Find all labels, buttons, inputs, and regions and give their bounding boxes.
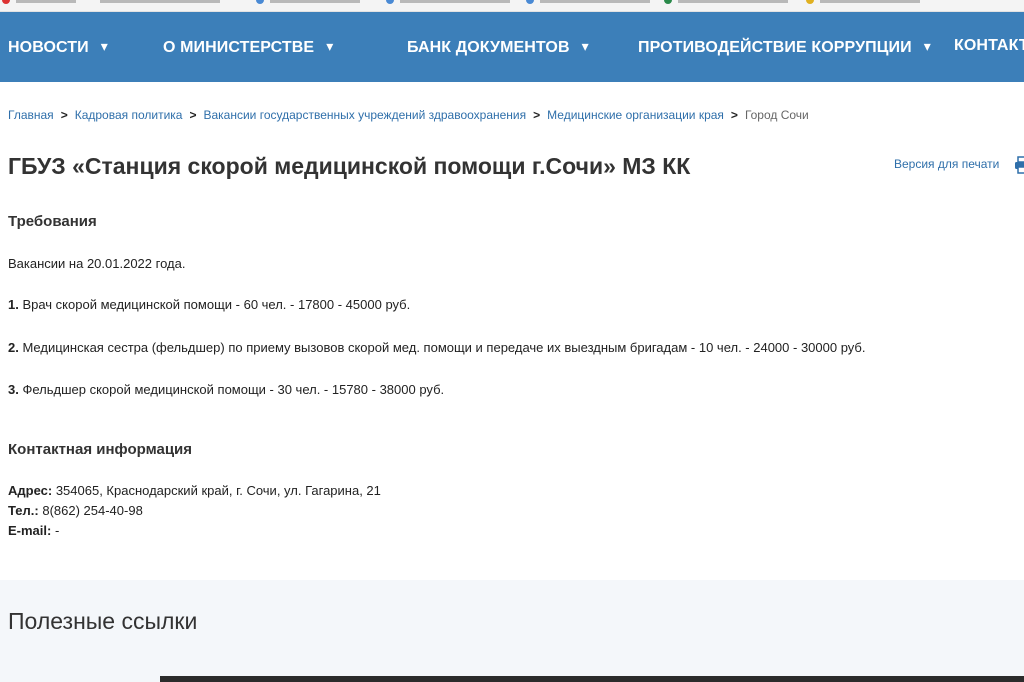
requirements-heading: Требования <box>8 213 97 230</box>
useful-links-heading: Полезные ссылки <box>8 608 198 634</box>
chevron-down-icon: ▾ <box>923 38 931 54</box>
bottom-edge-bar <box>160 676 1024 682</box>
bookmark-icon[interactable] <box>526 0 534 4</box>
nav-item-news[interactable]: НОВОСТИ ▾ <box>8 12 108 82</box>
printer-icon[interactable] <box>1014 156 1024 174</box>
contact-email: E-mail: - <box>8 523 60 538</box>
breadcrumb-separator: > <box>189 108 197 122</box>
nav-item-contacts[interactable]: КОНТАКТ <box>954 12 1024 82</box>
breadcrumb-link-home[interactable]: Главная <box>8 108 54 122</box>
contacts-heading: Контактная информация <box>8 441 193 458</box>
print-version-link[interactable]: Версия для печати <box>894 157 999 171</box>
nav-item-anticorruption[interactable]: ПРОТИВОДЕЙСТВИЕ КОРРУПЦИИ ▾ <box>638 12 931 82</box>
breadcrumb-separator: > <box>533 108 541 122</box>
vacancy-item: 3. Фельдшер скорой медицинской помощи - … <box>8 382 445 397</box>
chevron-down-icon: ▾ <box>326 38 334 54</box>
breadcrumb-separator: > <box>60 108 68 122</box>
chevron-down-icon: ▾ <box>581 38 589 54</box>
breadcrumb-link-hr-policy[interactable]: Кадровая политика <box>75 108 183 122</box>
bookmark-icon[interactable] <box>806 0 814 4</box>
chevron-down-icon: ▾ <box>100 38 108 54</box>
main-navigation: НОВОСТИ ▾ О МИНИСТЕРСТВЕ ▾ БАНК ДОКУМЕНТОВ… <box>0 12 1024 82</box>
bookmark-icon[interactable] <box>2 0 10 4</box>
contact-address: Адрес: 354065, Краснодарский край, г. Со… <box>8 483 381 498</box>
breadcrumb-link-medical-orgs[interactable]: Медицинские организации края <box>547 108 724 122</box>
nav-item-documents[interactable]: БАНК ДОКУМЕНТОВ ▾ <box>407 12 589 82</box>
breadcrumb-separator: > <box>730 108 738 122</box>
contact-phone: Тел.: 8(862) 254-40-98 <box>8 503 143 518</box>
vacancies-date: Вакансии на 20.01.2022 года. <box>8 256 186 271</box>
bookmark-icon[interactable] <box>386 0 394 4</box>
page-title: ГБУЗ «Станция скорой медицинской помощи … <box>8 153 691 179</box>
breadcrumb-current: Город Сочи <box>744 108 809 122</box>
vacancy-item: 1. Врач скорой медицинской помощи - 60 ч… <box>8 297 411 312</box>
nav-item-ministry[interactable]: О МИНИСТЕРСТВЕ ▾ <box>163 12 333 82</box>
page: НОВОСТИ ▾ О МИНИСТЕРСТВЕ ▾ БАНК ДОКУМЕНТОВ… <box>0 0 1024 682</box>
bookmark-icon[interactable] <box>256 0 264 4</box>
bookmark-icon[interactable] <box>664 0 672 4</box>
breadcrumb-link-vacancies[interactable]: Вакансии государственных учреждений здра… <box>203 108 526 122</box>
browser-bookmarks-strip <box>0 0 1024 12</box>
vacancy-item: 2. Медицинская сестра (фельдшер) по прие… <box>8 340 866 355</box>
breadcrumb: Главная > Кадровая политика > Вакансии госуд… <box>8 108 809 122</box>
